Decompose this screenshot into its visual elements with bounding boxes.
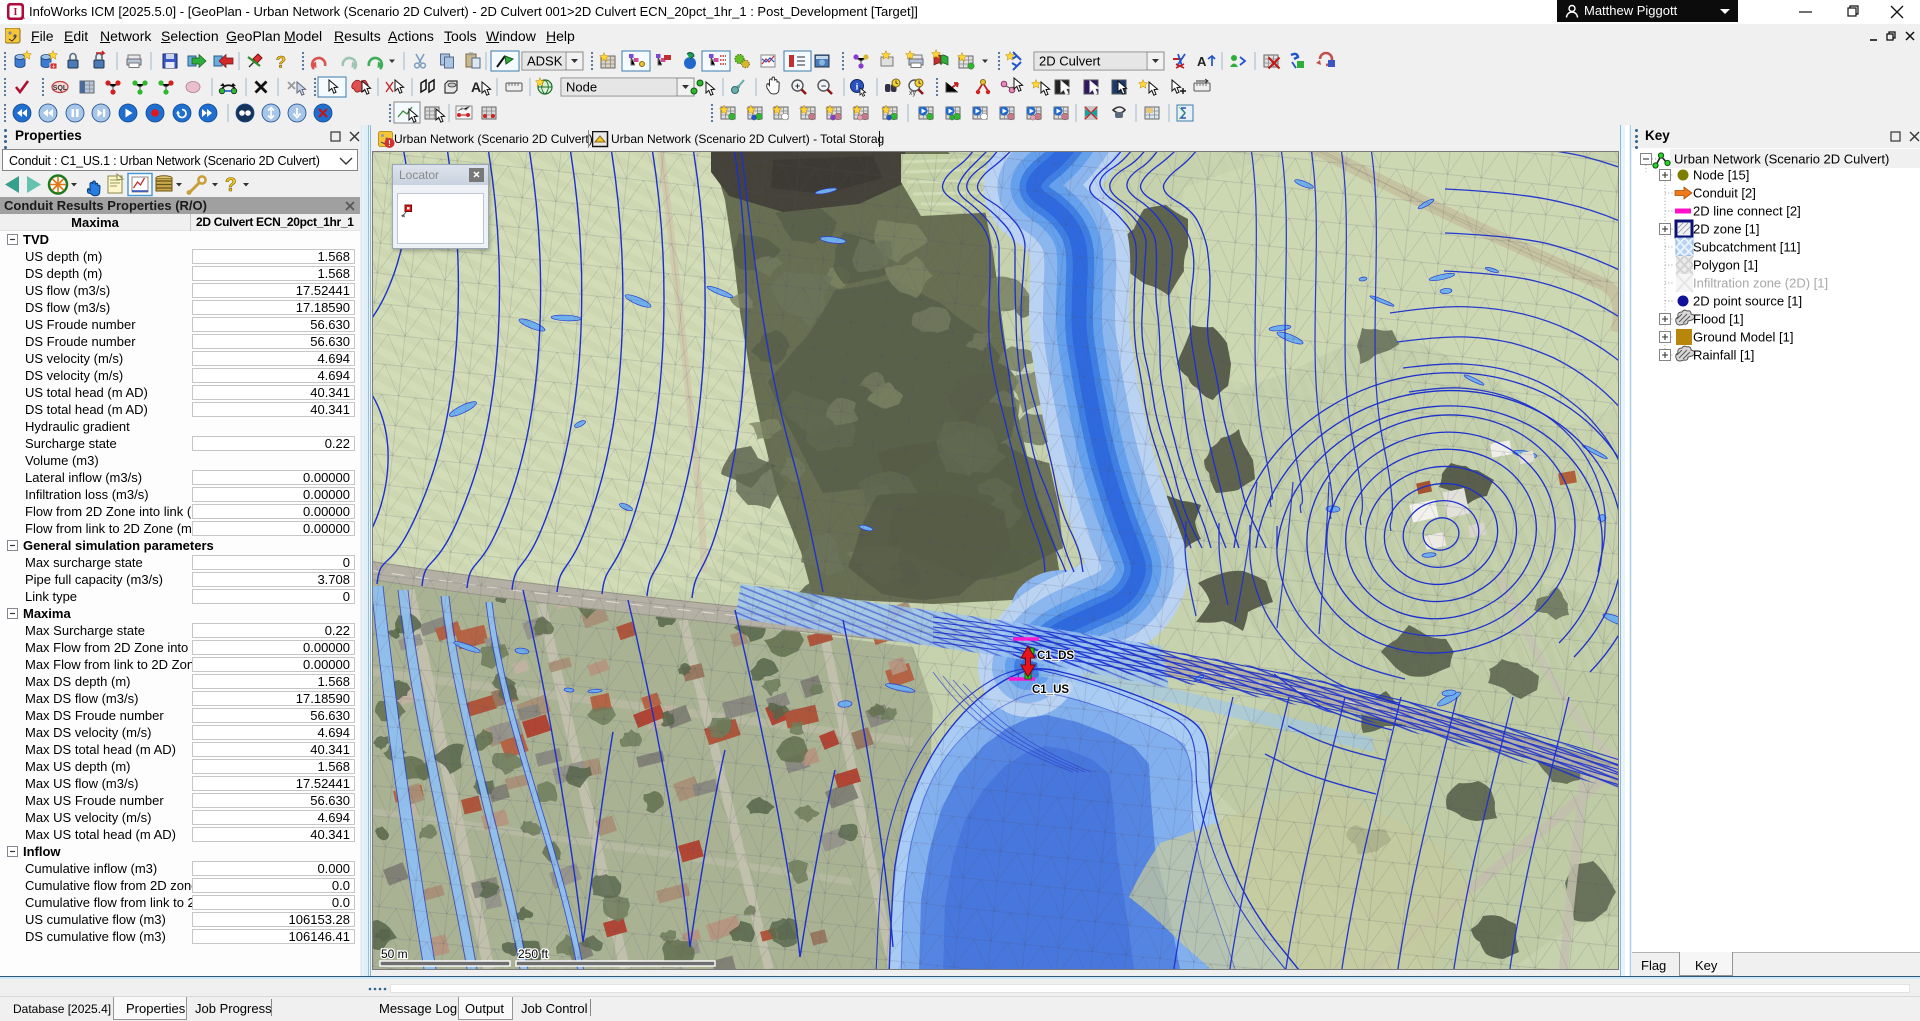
- svg-text:2D line connect [2]: 2D line connect [2]: [1693, 204, 1801, 219]
- svg-text:2D point source [1]: 2D point source [1]: [1693, 294, 1802, 309]
- svg-text:Subcatchment [11]: Subcatchment [11]: [1693, 240, 1800, 255]
- svg-text:Rainfall [1]: Rainfall [1]: [1693, 348, 1754, 363]
- svg-text:?: ?: [225, 175, 237, 196]
- svg-text:Urban Network (Scenario 2D Cul: Urban Network (Scenario 2D Culvert): [1674, 152, 1889, 167]
- svg-text:A: A: [471, 79, 481, 95]
- svg-text:C1_DS: C1_DS: [1037, 650, 1074, 662]
- svg-text:?: ?: [276, 53, 286, 72]
- svg-text:I: I: [14, 7, 18, 18]
- svg-text:Conduit [2]: Conduit [2]: [1693, 186, 1756, 201]
- svg-text:+: +: [795, 81, 800, 91]
- svg-text:xy: xy: [909, 90, 917, 97]
- svg-text:SQL: SQL: [53, 85, 68, 92]
- svg-text:Node: Node: [566, 80, 597, 95]
- svg-text:−: −: [821, 81, 826, 91]
- svg-text:ADSK: ADSK: [527, 54, 563, 69]
- svg-text:A: A: [1197, 54, 1207, 69]
- svg-text:250 ft: 250 ft: [518, 947, 549, 961]
- svg-text:2D Culvert: 2D Culvert: [1039, 54, 1101, 69]
- svg-text:Infiltration zone (2D) [1]: Infiltration zone (2D) [1]: [1693, 276, 1828, 291]
- svg-text:Flood [1]: Flood [1]: [1693, 312, 1744, 327]
- svg-text:Polygon [1]: Polygon [1]: [1693, 258, 1758, 273]
- svg-text:+: +: [51, 64, 55, 71]
- svg-text:CM: CM: [20, 15, 25, 20]
- svg-text:Node [15]: Node [15]: [1693, 168, 1749, 183]
- svg-text:C1_US: C1_US: [1032, 684, 1069, 696]
- svg-text:2D zone [1]: 2D zone [1]: [1693, 222, 1760, 237]
- svg-text:!: !: [388, 139, 391, 148]
- svg-text:Ground Model [1]: Ground Model [1]: [1693, 330, 1793, 345]
- svg-text:50 m: 50 m: [381, 947, 408, 961]
